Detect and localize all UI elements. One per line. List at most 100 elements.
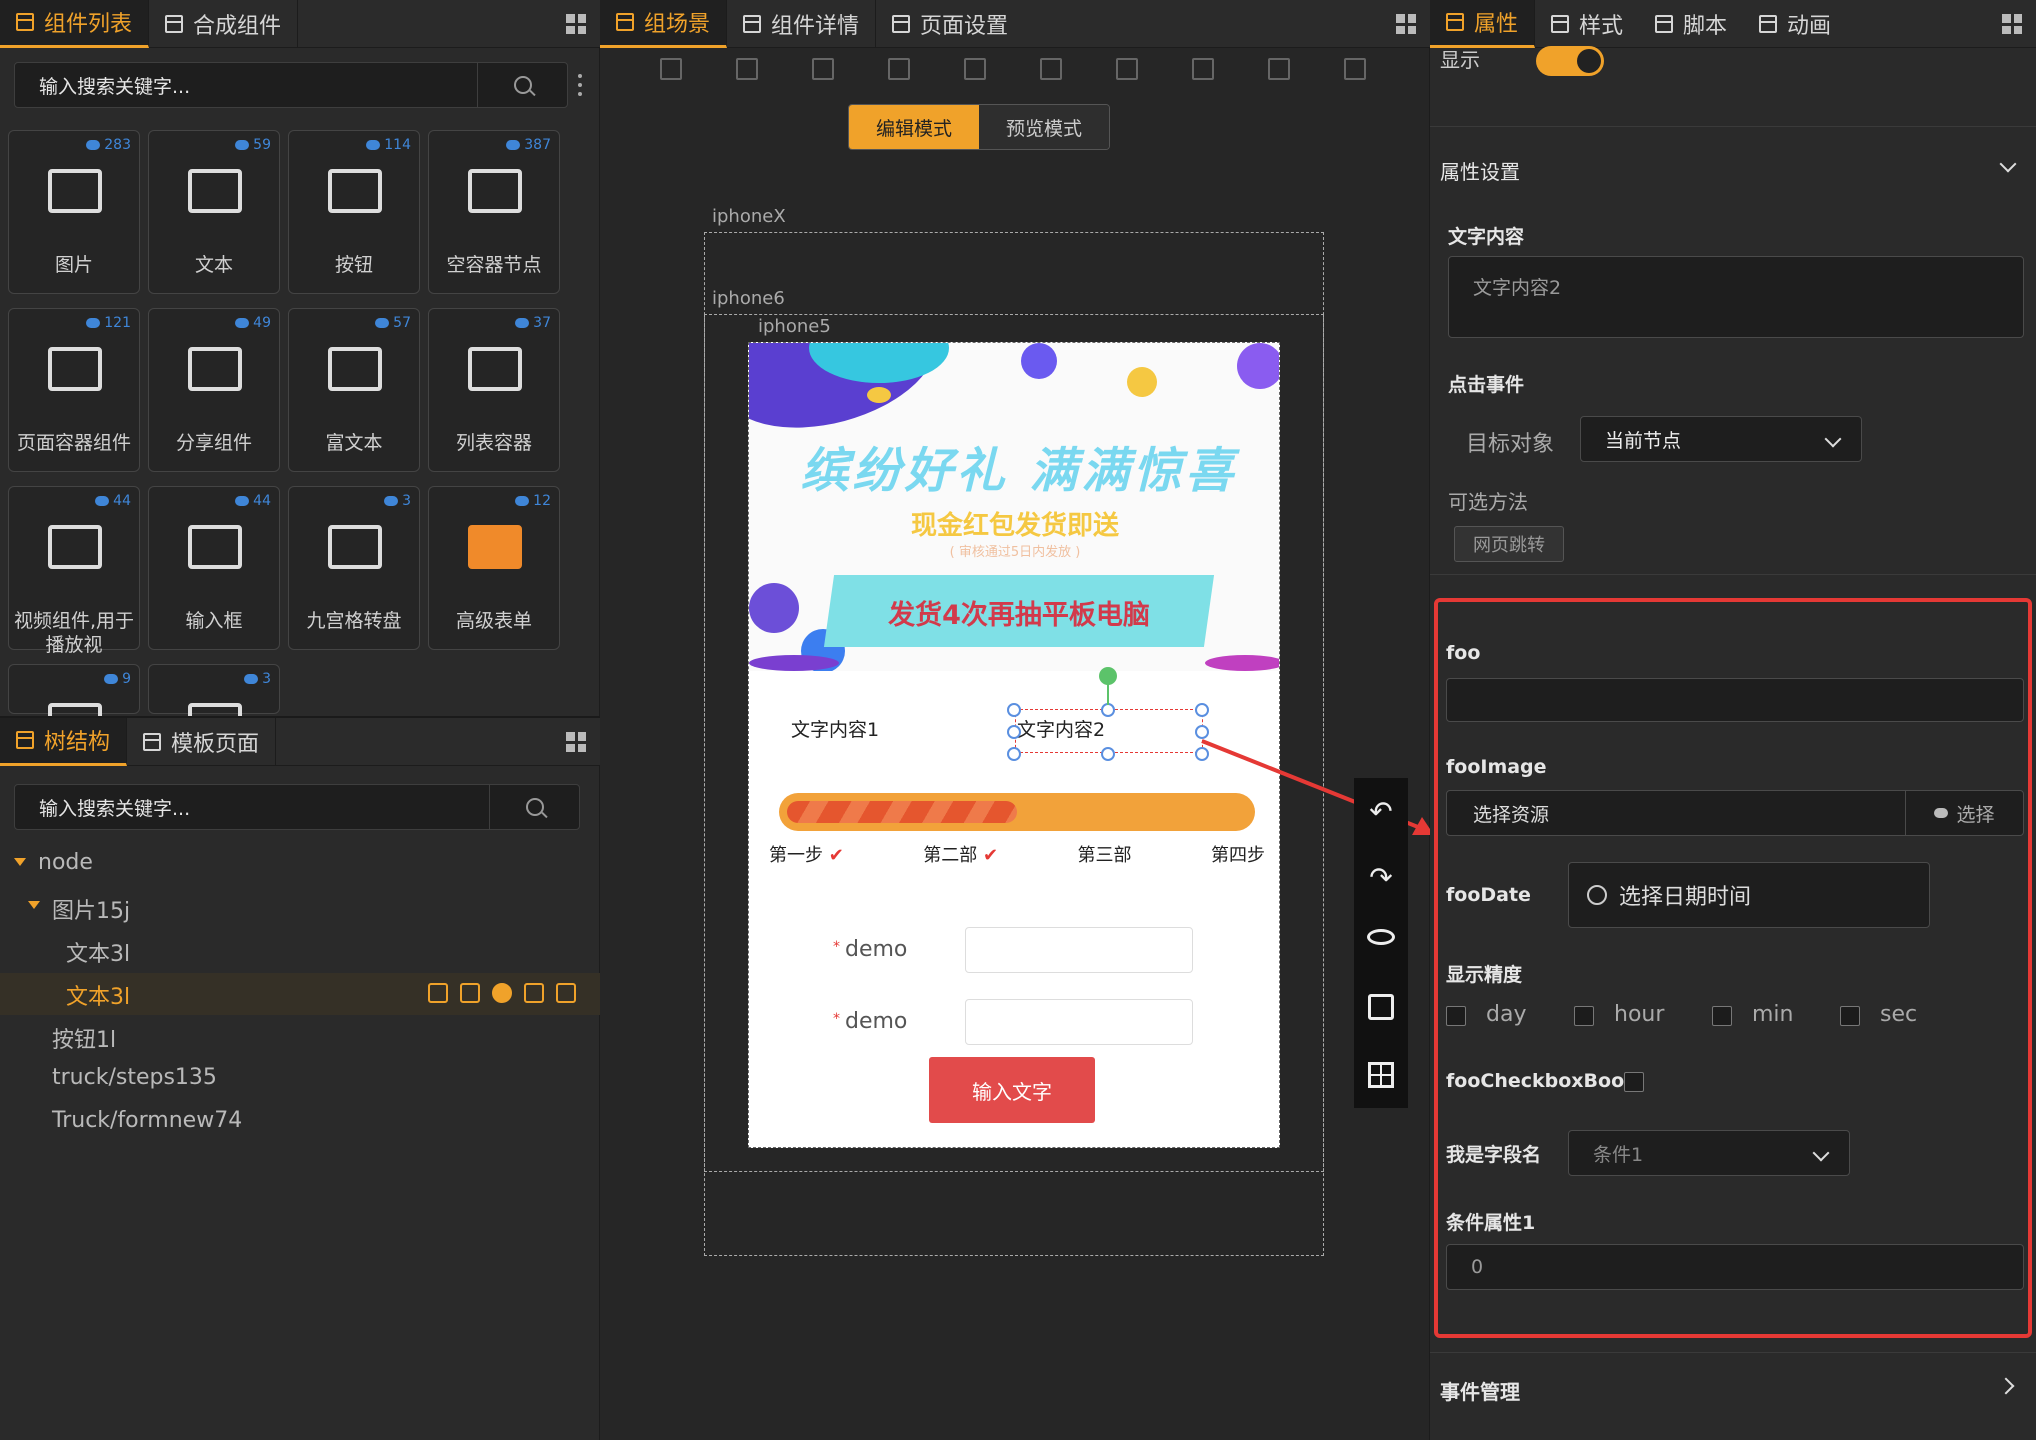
foodate-picker[interactable]: 选择日期时间 xyxy=(1568,862,1930,928)
more-vert-icon[interactable] xyxy=(578,74,582,96)
send-back-icon[interactable] xyxy=(1344,58,1366,80)
component-tile[interactable]: 49 分享组件 xyxy=(148,308,280,472)
resize-handle[interactable] xyxy=(1007,703,1021,717)
grid-menu-icon[interactable] xyxy=(566,14,586,34)
chevron-down-icon[interactable] xyxy=(1999,155,2017,173)
component-tile[interactable]: 387 空容器节点 xyxy=(428,130,560,294)
layer-down-icon[interactable] xyxy=(1192,58,1214,80)
foocheckboxbool-checkbox[interactable] xyxy=(1624,1072,1644,1092)
align-top-icon[interactable] xyxy=(660,58,682,80)
resize-handle[interactable] xyxy=(1007,725,1021,739)
component-tile[interactable]: 37 列表容器 xyxy=(428,308,560,472)
cloud-icon xyxy=(244,674,259,684)
tab-template[interactable]: 模板页面 xyxy=(127,717,277,766)
component-tile[interactable]: 283 图片 xyxy=(8,130,140,294)
tab-scene[interactable]: 组场景 xyxy=(600,0,728,48)
text-content-textarea[interactable]: 文字内容2 xyxy=(1448,256,2024,338)
preview-mode-button[interactable]: 预览模式 xyxy=(979,105,1109,149)
chevron-right-icon[interactable] xyxy=(1997,1377,2015,1395)
resize-handle[interactable] xyxy=(1101,703,1115,717)
tree-node[interactable]: 按钮1l xyxy=(0,1016,600,1058)
tab-props[interactable]: 属性 xyxy=(1430,0,1536,48)
tab-page-settings[interactable]: 页面设置 xyxy=(876,0,1024,48)
component-tile[interactable]: 44 输入框 xyxy=(148,486,280,650)
precision-day: day xyxy=(1486,1002,1527,1027)
align-vcenter-icon[interactable] xyxy=(736,58,758,80)
tab-composite[interactable]: 合成组件 xyxy=(149,0,299,48)
layer-up-icon[interactable] xyxy=(1116,58,1138,80)
redo-icon[interactable]: ↷ xyxy=(1356,852,1406,902)
select-resource-button[interactable]: 选择 xyxy=(1905,791,2023,835)
align-right-icon[interactable] xyxy=(1040,58,1062,80)
unlock-icon[interactable] xyxy=(556,983,576,1003)
section-props-title[interactable]: 属性设置 xyxy=(1440,156,1520,185)
tab-component-list[interactable]: 组件列表 xyxy=(0,0,150,48)
foo-input[interactable] xyxy=(1446,678,2024,722)
field-select[interactable]: 条件1 xyxy=(1568,1130,1850,1176)
bring-front-icon[interactable] xyxy=(1268,58,1290,80)
align-hcenter-icon[interactable] xyxy=(964,58,986,80)
component-tile[interactable]: 12 高级表单 xyxy=(428,486,560,650)
show-toggle[interactable] xyxy=(1536,46,1604,76)
tree-node[interactable]: Truck/formnew74 xyxy=(0,1102,600,1144)
edit-mode-button[interactable]: 编辑模式 xyxy=(849,105,979,149)
text-content-1[interactable]: 文字内容1 xyxy=(791,715,879,742)
caret-down-icon[interactable] xyxy=(28,901,40,909)
target-select[interactable]: 当前节点 xyxy=(1580,416,1862,462)
save-icon[interactable] xyxy=(1356,982,1406,1032)
resize-handle[interactable] xyxy=(1007,747,1021,761)
resize-handle[interactable] xyxy=(1101,747,1115,761)
undo-icon[interactable]: ↶ xyxy=(1356,786,1406,836)
checkbox-min[interactable] xyxy=(1712,1006,1732,1026)
search-button[interactable] xyxy=(489,785,579,829)
align-bottom-icon[interactable] xyxy=(812,58,834,80)
component-tile[interactable]: 57 富文本 xyxy=(288,308,420,472)
banner-image[interactable]: 缤纷好礼 满满惊喜 现金红包发货即送 ( 审核通过5日内发放 ) 发货4次再抽平… xyxy=(749,343,1279,671)
copy-icon[interactable] xyxy=(460,983,480,1003)
checkbox-sec[interactable] xyxy=(1840,1006,1860,1026)
method-tag[interactable]: 网页跳转 xyxy=(1454,526,1564,562)
submit-button[interactable]: 输入文字 xyxy=(929,1057,1095,1123)
form-input[interactable] xyxy=(965,927,1193,973)
tree-node[interactable]: 文本3l xyxy=(0,973,600,1015)
search-input[interactable]: 输入搜索关键字... xyxy=(15,72,477,99)
delete-icon[interactable] xyxy=(524,983,544,1003)
tree-search[interactable]: 输入搜索关键字... xyxy=(14,784,580,830)
resize-handle[interactable] xyxy=(1195,703,1209,717)
component-tile[interactable]: 3 九宫格转盘 xyxy=(288,486,420,650)
event-mgmt-title[interactable]: 事件管理 xyxy=(1440,1376,1520,1405)
component-tile[interactable]: 3 xyxy=(148,664,280,747)
tab-script[interactable]: 脚本 xyxy=(1639,0,1743,48)
tab-animation[interactable]: 动画 xyxy=(1743,0,1847,48)
required-mark: * xyxy=(833,1011,840,1027)
form-input[interactable] xyxy=(965,999,1193,1045)
edit-icon[interactable] xyxy=(428,983,448,1003)
tree-node[interactable]: 文本3l xyxy=(0,930,600,972)
checkbox-day[interactable] xyxy=(1446,1006,1466,1026)
cond-attr-input[interactable]: 0 xyxy=(1446,1244,2024,1290)
tab-tree[interactable]: 树结构 xyxy=(0,717,128,766)
search-button[interactable] xyxy=(477,63,567,107)
component-tile[interactable]: 114 按钮 xyxy=(288,130,420,294)
component-tile[interactable]: 121 页面容器组件 xyxy=(8,308,140,472)
component-search[interactable]: 输入搜索关键字... xyxy=(14,62,568,108)
fooimage-input[interactable]: 选择资源 选择 xyxy=(1446,790,2024,836)
grid-menu-icon[interactable] xyxy=(1396,14,1416,34)
eye-icon[interactable] xyxy=(1356,912,1406,962)
tab-component-detail[interactable]: 组件详情 xyxy=(727,0,877,48)
tree-node[interactable]: 图片15j xyxy=(0,887,600,929)
grid-table-icon[interactable] xyxy=(1356,1050,1406,1100)
id-icon[interactable] xyxy=(492,983,512,1003)
caret-down-icon[interactable] xyxy=(14,858,26,866)
component-tile[interactable]: 9 xyxy=(8,664,140,747)
align-left-icon[interactable] xyxy=(888,58,910,80)
grid-menu-icon[interactable] xyxy=(566,732,586,752)
checkbox-hour[interactable] xyxy=(1574,1006,1594,1026)
tree-node[interactable]: node xyxy=(0,844,600,886)
grid-menu-icon[interactable] xyxy=(2002,14,2022,34)
tab-style[interactable]: 样式 xyxy=(1535,0,1639,48)
tree-node[interactable]: truck/steps135 xyxy=(0,1059,600,1101)
component-tile[interactable]: 44 视频组件,用于播放视 xyxy=(8,486,140,656)
component-tile[interactable]: 59 文本 xyxy=(148,130,280,294)
search-input[interactable]: 输入搜索关键字... xyxy=(15,794,489,821)
